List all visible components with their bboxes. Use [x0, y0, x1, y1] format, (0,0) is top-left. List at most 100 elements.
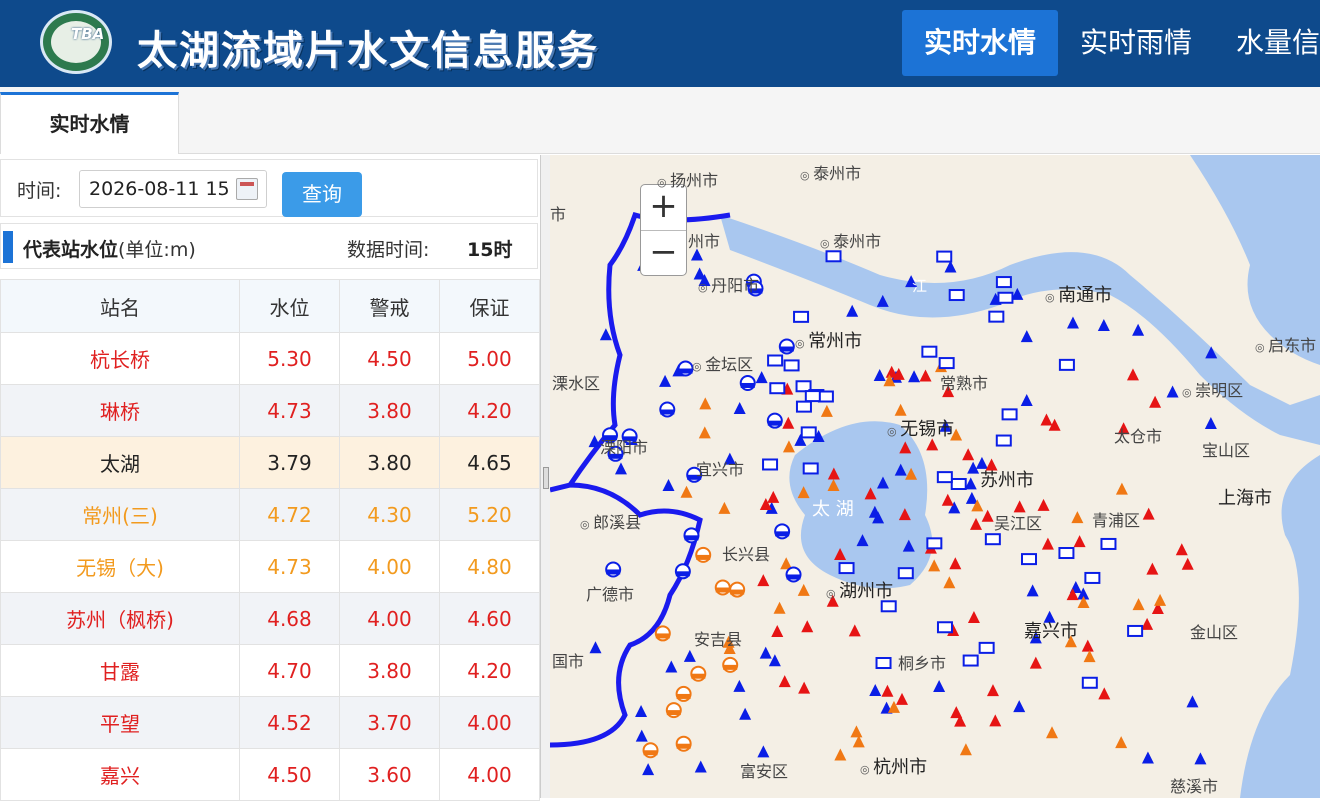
station-marker-icon[interactable]	[943, 576, 956, 589]
station-marker-icon[interactable]	[1058, 547, 1075, 560]
station-marker-icon[interactable]	[683, 649, 696, 662]
station-marker-icon[interactable]	[894, 403, 907, 416]
station-marker-icon[interactable]	[1115, 482, 1128, 495]
station-marker-icon[interactable]	[1026, 584, 1039, 597]
station-marker-icon[interactable]	[773, 601, 786, 614]
station-marker-icon[interactable]	[896, 692, 909, 705]
station-marker-icon[interactable]	[778, 675, 791, 688]
station-marker-icon[interactable]	[1041, 537, 1054, 550]
station-marker-icon[interactable]	[921, 345, 938, 358]
station-marker-icon[interactable]	[767, 354, 784, 367]
station-marker-icon[interactable]	[782, 416, 795, 429]
station-marker-icon[interactable]	[730, 589, 745, 595]
station-marker-icon[interactable]	[694, 760, 707, 773]
station-marker-icon[interactable]	[779, 346, 794, 352]
station-marker-icon[interactable]	[817, 390, 834, 403]
table-row[interactable]: 琳桥 4.73 3.80 4.20	[0, 384, 541, 437]
station-marker-icon[interactable]	[1115, 736, 1128, 749]
station-marker-icon[interactable]	[696, 554, 711, 560]
station-marker-icon[interactable]	[1132, 598, 1145, 611]
station-marker-icon[interactable]	[1100, 537, 1117, 550]
nav-realtime-rain[interactable]: 实时雨情	[1058, 10, 1214, 76]
station-marker-icon[interactable]	[599, 328, 612, 341]
station-marker-icon[interactable]	[981, 509, 994, 522]
station-marker-icon[interactable]	[723, 664, 738, 670]
station-marker-icon[interactable]	[988, 310, 1005, 323]
station-marker-icon[interactable]	[875, 657, 892, 670]
table-row[interactable]: 太湖 3.79 3.80 4.65	[0, 436, 541, 489]
station-marker-icon[interactable]	[873, 368, 886, 381]
nav-water-volume[interactable]: 水量信	[1214, 10, 1320, 76]
station-marker-icon[interactable]	[802, 462, 819, 475]
station-marker-icon[interactable]	[757, 574, 770, 587]
station-marker-icon[interactable]	[1073, 535, 1086, 548]
station-marker-icon[interactable]	[1204, 416, 1217, 429]
table-row[interactable]: 嘉兴 4.50 3.60 4.00	[0, 748, 541, 801]
station-marker-icon[interactable]	[1021, 553, 1038, 566]
station-marker-icon[interactable]	[767, 420, 782, 426]
station-marker-icon[interactable]	[1097, 319, 1110, 332]
station-marker-icon[interactable]	[834, 748, 847, 761]
station-marker-icon[interactable]	[1132, 323, 1145, 336]
station-marker-icon[interactable]	[635, 705, 648, 718]
station-marker-icon[interactable]	[676, 743, 691, 749]
station-marker-icon[interactable]	[655, 633, 670, 639]
zoom-in-button[interactable]: +	[641, 185, 686, 230]
station-marker-icon[interactable]	[642, 763, 655, 776]
station-marker-icon[interactable]	[989, 714, 1002, 727]
station-marker-icon[interactable]	[848, 624, 861, 637]
station-marker-icon[interactable]	[1081, 639, 1094, 652]
station-marker-icon[interactable]	[967, 611, 980, 624]
station-marker-icon[interactable]	[1001, 408, 1018, 421]
station-marker-icon[interactable]	[962, 448, 975, 461]
station-marker-icon[interactable]	[1013, 700, 1026, 713]
station-marker-icon[interactable]	[1081, 676, 1098, 689]
station-marker-icon[interactable]	[691, 673, 706, 679]
station-marker-icon[interactable]	[933, 679, 946, 692]
map-view[interactable]: + − 太 湖 江 泰州市扬州市市泰州市州市丹阳市南通市常州市启东市金坛区溧水区…	[550, 155, 1320, 798]
splitter-handle[interactable]	[543, 467, 549, 489]
calendar-icon[interactable]	[236, 178, 258, 200]
station-marker-icon[interactable]	[800, 426, 817, 439]
station-marker-icon[interactable]	[936, 471, 953, 484]
station-marker-icon[interactable]	[643, 750, 658, 756]
station-marker-icon[interactable]	[1066, 316, 1079, 329]
station-marker-icon[interactable]	[986, 684, 999, 697]
station-marker-icon[interactable]	[614, 462, 627, 475]
station-marker-icon[interactable]	[762, 458, 779, 471]
station-marker-icon[interactable]	[1149, 395, 1162, 408]
station-marker-icon[interactable]	[919, 369, 932, 382]
station-marker-icon[interactable]	[782, 440, 795, 453]
station-marker-icon[interactable]	[1194, 752, 1207, 765]
station-marker-icon[interactable]	[675, 571, 690, 577]
station-marker-icon[interactable]	[869, 683, 882, 696]
table-row[interactable]: 无锡（大) 4.73 4.00 4.80	[0, 540, 541, 593]
station-marker-icon[interactable]	[739, 707, 752, 720]
station-marker-icon[interactable]	[995, 276, 1012, 289]
station-marker-icon[interactable]	[698, 426, 711, 439]
station-marker-icon[interactable]	[797, 583, 810, 596]
station-marker-icon[interactable]	[733, 401, 746, 414]
table-row[interactable]: 甘露 4.70 3.80 4.20	[0, 644, 541, 697]
station-marker-icon[interactable]	[715, 587, 730, 593]
station-marker-icon[interactable]	[938, 357, 955, 370]
station-marker-icon[interactable]	[928, 559, 941, 572]
station-marker-icon[interactable]	[1175, 543, 1188, 556]
station-marker-icon[interactable]	[820, 404, 833, 417]
station-marker-icon[interactable]	[1126, 368, 1139, 381]
zoom-out-button[interactable]: −	[641, 230, 686, 275]
station-marker-icon[interactable]	[783, 359, 800, 372]
station-marker-icon[interactable]	[1084, 571, 1101, 584]
station-marker-icon[interactable]	[926, 537, 943, 550]
station-marker-icon[interactable]	[908, 370, 921, 383]
station-marker-icon[interactable]	[962, 654, 979, 667]
station-marker-icon[interactable]	[1098, 687, 1111, 700]
station-marker-icon[interactable]	[1186, 695, 1199, 708]
table-row[interactable]: 苏州（枫桥) 4.68 4.00 4.60	[0, 592, 541, 645]
table-row[interactable]: 常州(三) 4.72 4.30 5.20	[0, 488, 541, 541]
station-marker-icon[interactable]	[1181, 557, 1194, 570]
station-marker-icon[interactable]	[995, 434, 1012, 447]
station-marker-icon[interactable]	[759, 646, 772, 659]
station-marker-icon[interactable]	[1127, 624, 1144, 637]
table-row[interactable]: 平望 4.52 3.70 4.00	[0, 696, 541, 749]
